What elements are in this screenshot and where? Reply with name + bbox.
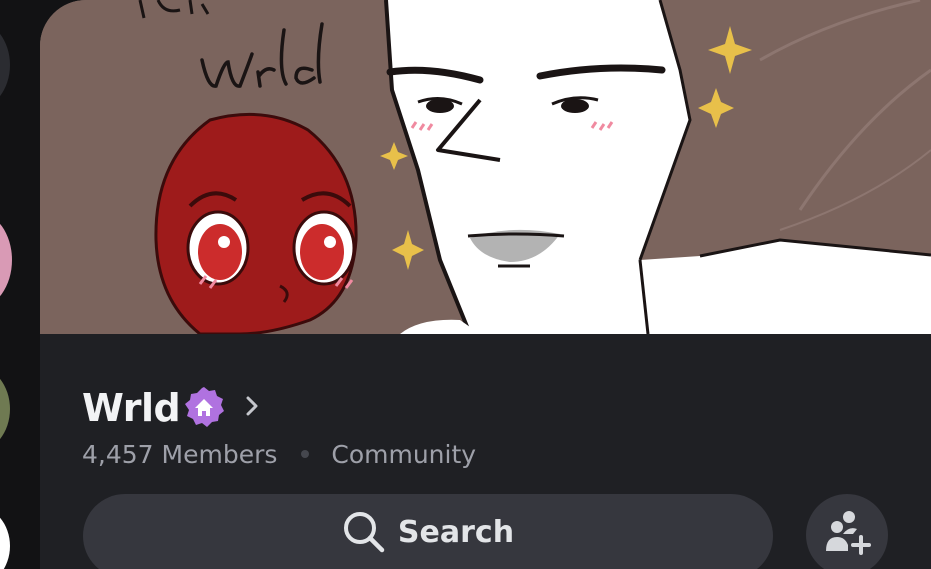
member-count: 4,457 Members — [82, 439, 278, 469]
server-icon-2[interactable] — [0, 212, 12, 308]
server-name[interactable]: Wrld — [82, 384, 181, 432]
home-badge-icon — [185, 387, 224, 427]
search-button[interactable]: Search — [83, 494, 773, 569]
server-panel: Wrld 4,457 Members Community Search — [40, 0, 931, 569]
server-icon-3[interactable] — [0, 366, 10, 452]
chevron-right-icon[interactable] — [240, 390, 264, 422]
banner-artwork — [40, 0, 931, 334]
server-icon-4[interactable] — [0, 506, 10, 569]
search-label: Search — [397, 514, 515, 550]
server-icon-1[interactable] — [0, 20, 10, 110]
invite-button[interactable] — [806, 494, 888, 569]
search-icon — [343, 512, 385, 553]
server-type: Community — [331, 439, 477, 469]
separator-dot — [301, 450, 310, 458]
add-member-icon — [826, 511, 871, 555]
server-meta: 4,457 Members Community — [82, 436, 476, 472]
server-rail — [0, 0, 40, 569]
server-banner[interactable] — [40, 0, 931, 334]
